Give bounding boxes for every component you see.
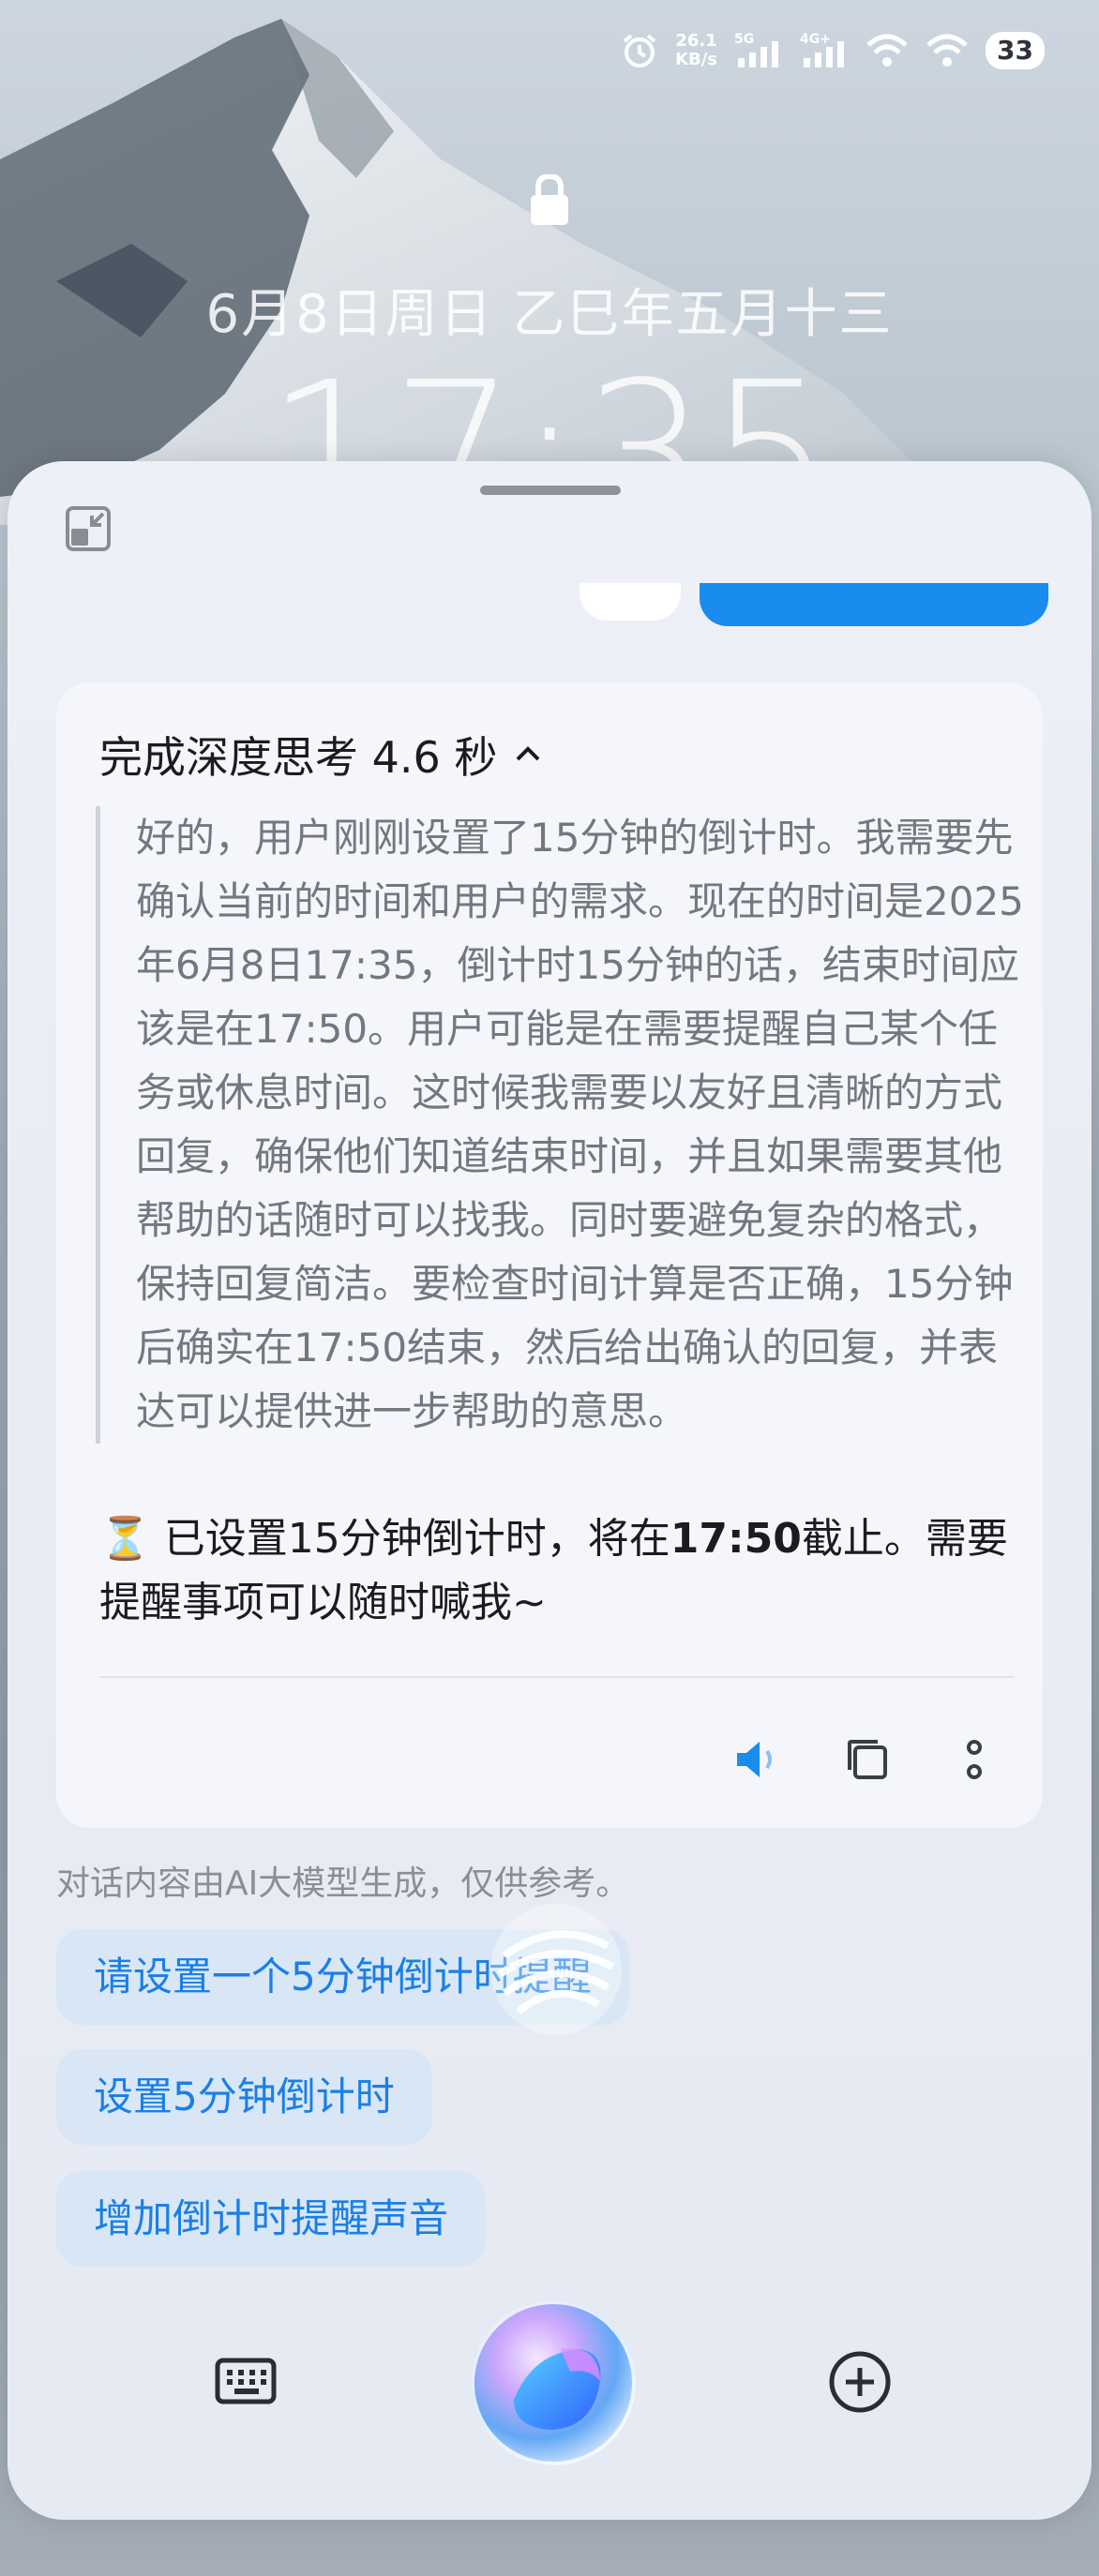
add-icon[interactable] — [825, 2347, 895, 2417]
network-label-4g: 4G+ — [800, 32, 831, 47]
network-label-5g: 5G — [734, 32, 754, 47]
chevron-up-icon — [516, 746, 540, 761]
answer-time: 17:50 — [670, 1515, 802, 1563]
signal-4g-icon: 4G+ — [800, 32, 845, 67]
input-bar — [8, 2289, 1091, 2477]
thinking-toggle[interactable]: 完成深度思考 4.6 秒 — [99, 724, 544, 786]
suggestion-chip-2[interactable]: 设置5分钟倒计时 — [56, 2049, 432, 2145]
lock-date: 6月8日周日 乙巳年五月十三 — [205, 284, 894, 345]
thinking-header-label: 完成深度思考 4.6 秒 — [99, 732, 498, 783]
assistant-logo-watermark — [490, 1904, 622, 2035]
thinking-text: 好的，用户刚刚设置了15分钟的倒计时。我需要先确认当前的时间和用户的需求。现在的… — [96, 806, 1025, 1444]
response-card: 完成深度思考 4.6 秒 好的，用户刚刚设置了15分钟的倒计时。我需要先确认当前… — [56, 682, 1043, 1828]
answer-prefix: ⏳ 已设置15分钟倒计时，将在 — [99, 1515, 670, 1563]
copy-icon[interactable] — [840, 1732, 895, 1787]
signal-5g-icon: 5G — [734, 32, 779, 67]
previous-message-bubble — [580, 583, 681, 621]
network-speed: 26.1 KB/s — [675, 32, 717, 69]
alarm-icon — [623, 34, 656, 67]
previous-user-bubble — [700, 583, 1048, 626]
voice-assistant-orb[interactable] — [467, 2297, 640, 2469]
answer-text: ⏳ 已设置15分钟倒计时，将在17:50截止。需要提醒事项可以随时喊我~ — [99, 1507, 1009, 1635]
shrink-window-icon[interactable] — [62, 502, 114, 555]
drag-handle[interactable] — [480, 486, 621, 495]
keyboard-icon[interactable] — [212, 2347, 279, 2415]
speed-value: 26.1 — [675, 31, 717, 51]
more-icon[interactable] — [947, 1732, 1001, 1787]
wifi-icon — [866, 34, 908, 67]
divider — [99, 1676, 1015, 1678]
battery-badge: 33 — [986, 32, 1045, 69]
suggestion-chip-3[interactable]: 增加倒计时提醒声音 — [56, 2171, 487, 2267]
speed-unit: KB/s — [675, 50, 718, 69]
assistant-panel: 完成深度思考 4.6 秒 好的，用户刚刚设置了15分钟的倒计时。我需要先确认当前… — [8, 461, 1091, 2520]
lock-clock: 17:35 — [0, 356, 1099, 461]
speaker-icon[interactable] — [730, 1732, 784, 1787]
status-bar: 26.1 KB/s 5G 4G+ 33 — [0, 26, 1099, 82]
wifi-icon — [926, 34, 968, 67]
lock-icon — [531, 174, 568, 225]
